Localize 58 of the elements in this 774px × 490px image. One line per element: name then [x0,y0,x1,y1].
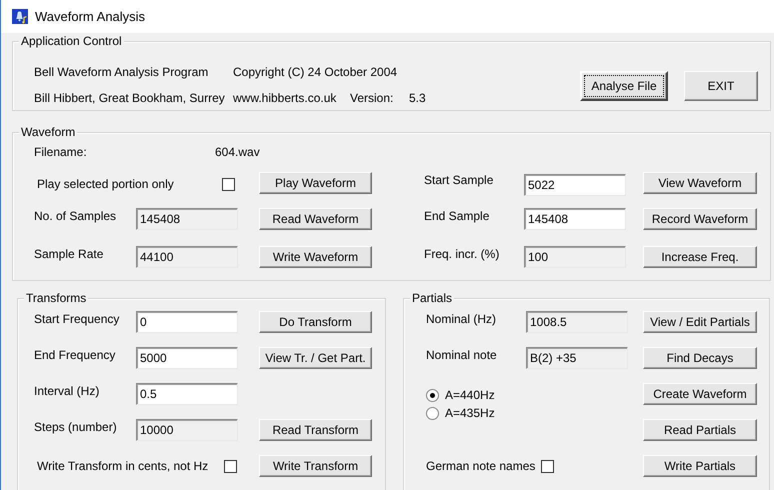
button[interactable]: View / Edit Partials [643,311,757,333]
button[interactable]: Increase Freq. [643,246,757,268]
field-label: Sample Rate [34,246,104,262]
field-label: Steps (number) [34,419,118,434]
button[interactable]: Create Waveform [643,383,757,405]
text-field[interactable]: 1008.5 [526,311,628,333]
filename-text: 604.wav [214,145,261,161]
field-label: No. of Samples [34,208,118,224]
text-field[interactable]: 10000 [136,419,238,441]
text-field[interactable]: 5022 [524,174,626,196]
button[interactable]: Write Transform [259,455,372,477]
button[interactable]: Read Waveform [259,208,372,230]
button[interactable]: Record Waveform [643,208,757,230]
text-field[interactable]: 44100 [136,246,238,268]
button[interactable]: Write Waveform [259,246,372,268]
app-icon [12,9,28,24]
button[interactable]: View Tr. / Get Part. [259,347,372,369]
field-label: End Sample [424,208,490,224]
checkbox-label: Write Transform in cents, not Hz [37,458,208,474]
text-field[interactable]: 0 [136,311,238,333]
radio-option[interactable]: A=440Hz [426,388,495,402]
checkbox[interactable] [541,460,554,472]
button[interactable]: Read Transform [259,419,372,441]
info-text: Bell Waveform Analysis Program [34,65,210,81]
group-title: Application Control [19,34,124,49]
button[interactable]: EXIT [684,71,758,101]
radio-option[interactable]: A=435Hz [426,406,495,421]
button[interactable]: Write Partials [643,455,757,477]
field-label: Filename: [34,145,88,161]
info-text: 5.3 [409,91,427,107]
button[interactable]: Play Waveform [259,172,372,194]
button[interactable]: Analyse File [580,71,668,101]
button[interactable]: Do Transform [259,311,372,333]
text-field[interactable]: 0.5 [136,383,238,405]
checkbox-label: Play selected portion only [37,177,174,192]
field-label: Interval (Hz) [34,383,100,398]
info-text: Bill Hibbert, Great Bookham, Surrey [34,91,226,107]
text-field[interactable]: B(2) +35 [526,347,628,369]
info-text: Copyright (C) 24 October 2004 [233,65,398,81]
checkbox[interactable] [222,178,235,191]
field-label: Nominal (Hz) [426,311,498,326]
field-label: Nominal note [426,347,498,362]
button[interactable]: View Waveform [643,172,757,194]
field-label: Start Sample [424,172,494,188]
button[interactable]: Find Decays [643,347,757,369]
field-label: Start Frequency [34,311,120,326]
info-text: www.hibberts.co.uk [233,91,338,107]
text-field[interactable]: 145408 [136,208,238,230]
text-field[interactable]: 5000 [136,347,238,369]
checkbox[interactable] [224,460,237,472]
checkbox-label: German note names [426,458,536,474]
field-label: End Frequency [34,347,116,362]
field-label: Freq. incr. (%) [424,246,500,262]
text-field[interactable]: 100 [524,246,626,268]
text-field[interactable]: 145408 [524,208,626,230]
info-text: Version: [350,91,394,107]
button[interactable]: Read Partials [643,419,757,441]
window-title: Waveform Analysis [35,8,146,24]
